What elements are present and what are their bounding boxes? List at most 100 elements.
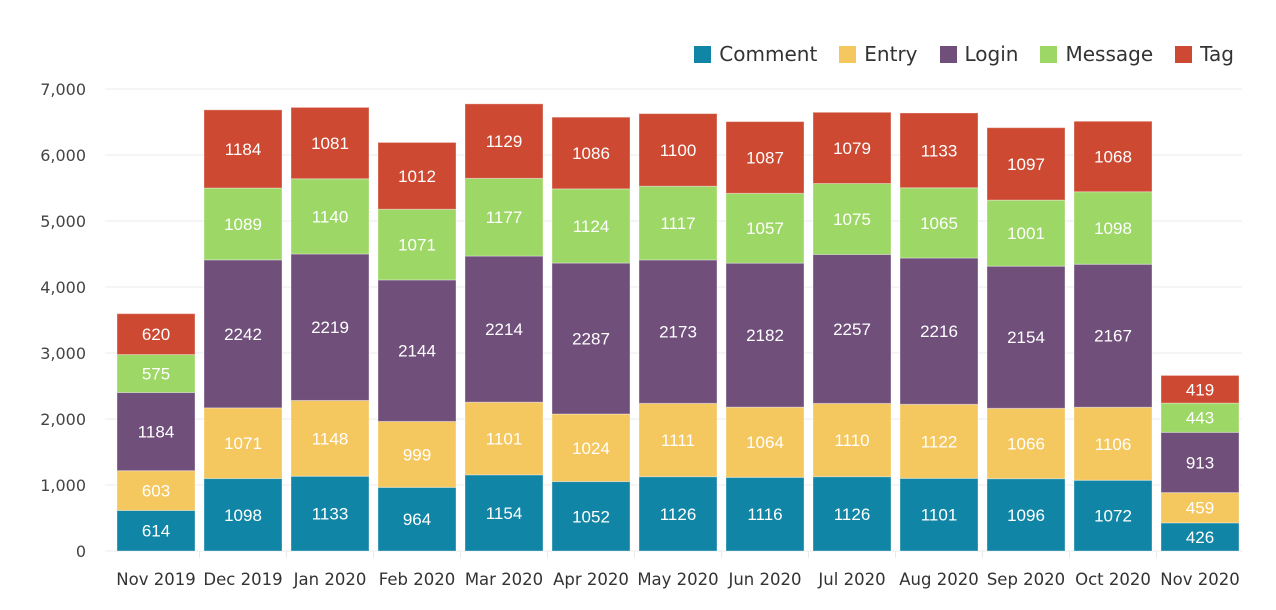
data-label: 1100 (660, 141, 697, 160)
y-axis: 0 1,000 2,000 3,000 4,000 5,000 6,000 7,000 (40, 80, 86, 561)
data-label: 614 (142, 522, 170, 541)
data-label: 603 (142, 482, 170, 501)
data-label: 1075 (833, 210, 871, 229)
data-label: 1024 (572, 439, 610, 458)
data-label: 1177 (486, 208, 523, 227)
bars: 614 603 1184 575 620 1098 1071 2242 1089 1184 1133… (116, 103, 1240, 552)
data-label: 1065 (920, 214, 958, 233)
data-label: 1140 (312, 207, 349, 226)
data-label: 1086 (572, 144, 610, 163)
x-tick-label: Nov 2019 (116, 570, 195, 589)
data-label: 1068 (1094, 148, 1132, 167)
x-tick-label: Jan 2020 (293, 570, 367, 589)
data-label: 1129 (486, 132, 523, 151)
data-label: 1066 (1007, 434, 1045, 453)
x-tick-label: Dec 2019 (203, 570, 282, 589)
bar-stack: 1101 1122 2216 1065 1133 (899, 112, 979, 552)
data-label: 1098 (1094, 219, 1132, 238)
y-tick-label: 2,000 (40, 410, 86, 429)
x-tick-label: Sep 2020 (987, 570, 1065, 589)
data-label: 1126 (834, 505, 871, 524)
bar-stack: 1098 1071 2242 1089 1184 (203, 109, 283, 552)
x-axis: Nov 2019 Dec 2019 Jan 2020 Feb 2020 Mar 2020… (116, 551, 1240, 589)
x-tick-label: Oct 2020 (1075, 570, 1151, 589)
data-label: 2144 (398, 342, 436, 361)
data-label: 1089 (224, 215, 262, 234)
bar-stack: 1096 1066 2154 1001 1097 (986, 127, 1066, 552)
data-label: 1133 (921, 141, 958, 160)
x-tick-label: Nov 2020 (1160, 570, 1239, 589)
data-label: 964 (403, 510, 431, 529)
data-label: 1154 (486, 504, 523, 523)
bar-stack: 614 603 1184 575 620 (116, 313, 196, 552)
x-tick-label: Jun 2020 (727, 570, 801, 589)
bar-stack: 1126 1110 2257 1075 1079 (812, 111, 892, 552)
data-label: 419 (1186, 380, 1214, 399)
data-label: 1101 (486, 430, 523, 449)
data-label: 1117 (660, 214, 695, 233)
bar-stack: 1154 1101 2214 1177 1129 (464, 103, 544, 552)
bar-stack: 964 999 2144 1071 1012 (377, 141, 457, 552)
data-label: 2182 (746, 326, 784, 345)
bar-stack: 1116 1064 2182 1057 1087 (725, 121, 805, 552)
y-tick-label: 6,000 (40, 146, 86, 165)
x-tick-label: Apr 2020 (553, 570, 629, 589)
data-label: 1081 (311, 134, 349, 153)
data-label: 1184 (225, 140, 262, 159)
y-tick-label: 0 (76, 542, 86, 561)
data-label: 1110 (834, 431, 869, 450)
data-label: 459 (1186, 499, 1214, 518)
data-label: 575 (142, 365, 170, 384)
data-label: 1133 (312, 505, 349, 524)
data-label: 1111 (661, 431, 695, 450)
data-label: 2287 (572, 330, 610, 349)
data-label: 1098 (224, 506, 262, 525)
data-label: 2214 (485, 320, 523, 339)
data-label: 2154 (1007, 328, 1045, 347)
y-tick-label: 4,000 (40, 278, 86, 297)
data-label: 1124 (573, 217, 610, 236)
bar-stack: 1126 1111 2173 1117 1100 (638, 113, 718, 552)
data-label: 1184 (138, 423, 175, 442)
data-label: 2167 (1094, 327, 1132, 346)
data-label: 2242 (224, 325, 262, 344)
data-label: 1064 (746, 433, 784, 452)
data-label: 426 (1186, 528, 1214, 547)
bar-stack: 1052 1024 2287 1124 1086 (551, 116, 631, 552)
data-label: 1012 (398, 167, 436, 186)
data-label: 1001 (1007, 224, 1045, 243)
data-label: 1087 (746, 148, 784, 167)
y-tick-label: 1,000 (40, 476, 86, 495)
data-label: 1148 (312, 429, 349, 448)
x-tick-label: Aug 2020 (899, 570, 978, 589)
bar-stack: 1133 1148 2219 1140 1081 (290, 106, 370, 552)
bar-stack: 1072 1106 2167 1098 1068 (1073, 120, 1153, 552)
bar-stack: 426 459 913 443 419 (1160, 374, 1240, 552)
data-label: 1101 (921, 506, 958, 525)
data-label: 1052 (572, 507, 610, 526)
data-label: 1072 (1094, 507, 1132, 526)
data-label: 1116 (747, 505, 782, 524)
x-tick-label: Feb 2020 (379, 570, 455, 589)
data-label: 1122 (921, 432, 958, 451)
data-label: 1126 (660, 505, 697, 524)
data-label: 1071 (224, 434, 262, 453)
data-label: 443 (1186, 409, 1214, 428)
data-label: 620 (142, 325, 170, 344)
y-tick-label: 7,000 (40, 80, 86, 99)
data-label: 913 (1186, 453, 1214, 472)
data-label: 2219 (311, 318, 349, 337)
y-tick-label: 3,000 (40, 344, 86, 363)
data-label: 1096 (1007, 506, 1045, 525)
data-label: 1071 (398, 236, 436, 255)
data-label: 2216 (920, 322, 958, 341)
y-tick-label: 5,000 (40, 212, 86, 231)
x-tick-label: Mar 2020 (465, 570, 543, 589)
data-label: 1057 (746, 219, 784, 238)
x-tick-label: Jul 2020 (817, 570, 885, 589)
stacked-bar-chart: 0 1,000 2,000 3,000 4,000 5,000 6,000 7,000 614… (40, 80, 1242, 589)
data-label: 2257 (833, 320, 871, 339)
data-label: 999 (403, 445, 431, 464)
data-label: 1079 (833, 139, 871, 158)
x-tick-label: May 2020 (637, 570, 718, 589)
